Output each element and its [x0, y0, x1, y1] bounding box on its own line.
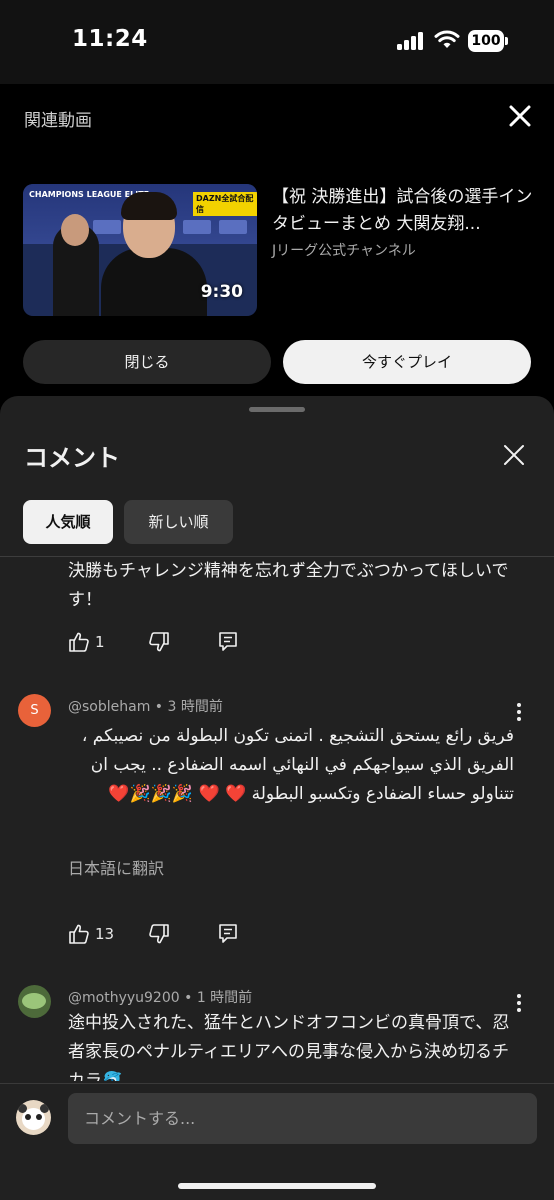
wifi-icon — [434, 30, 460, 48]
comment-time: 1 時間前 — [196, 990, 253, 1006]
reply-icon[interactable] — [218, 631, 238, 653]
comment-author[interactable]: @mothyyu9200 — [68, 990, 180, 1006]
sheet-title: コメント — [24, 444, 120, 472]
close-icon[interactable] — [502, 443, 526, 467]
comment-list[interactable]: 決勝もチャレンジ精神を忘れず全力でぶつかってほしいです！ 1 S @sobleh… — [0, 557, 554, 1081]
video-duration: 9:30 — [200, 282, 243, 302]
comment-text: 決勝もチャレンジ精神を忘れず全力でぶつかってほしいです！ — [68, 561, 509, 610]
avatar[interactable]: S — [18, 694, 51, 727]
thumbs-up-icon[interactable] — [68, 923, 90, 945]
thumb-tag: DAZN全試合配信 — [193, 192, 257, 216]
close-icon[interactable] — [506, 102, 534, 130]
reply-icon[interactable] — [218, 923, 238, 945]
more-vert-icon[interactable] — [516, 702, 522, 722]
related-videos-panel: 関連動画 CHAMPIONS LEAGUE ELITE DAZN全試合配信 9:… — [0, 84, 554, 404]
like-count: 1 — [95, 633, 105, 651]
comment-actions: 1 — [68, 631, 268, 657]
comment-composer: コメントする... — [0, 1083, 554, 1200]
status-bar: 11:24 100 — [0, 0, 554, 84]
comments-sheet: コメント 人気順 新しい順 決勝もチャレンジ精神を忘れず全力でぶつかってほしいで… — [0, 396, 554, 1200]
battery-icon: 100 — [468, 30, 508, 52]
video-channel[interactable]: Jリーグ公式チャンネル — [272, 240, 416, 260]
video-title[interactable]: 【祝 決勝進出】試合後の選手インタビューまとめ 大関友翔... — [272, 184, 534, 238]
comment-author[interactable]: @sobleham — [68, 699, 150, 715]
chip-popular[interactable]: 人気順 — [23, 500, 113, 544]
home-indicator[interactable] — [178, 1183, 376, 1189]
drag-handle[interactable] — [249, 407, 305, 412]
video-thumbnail[interactable]: CHAMPIONS LEAGUE ELITE DAZN全試合配信 9:30 — [23, 184, 257, 316]
thumbs-up-icon[interactable] — [68, 631, 90, 653]
comment-text: فريق رائع يستحق التشجيع . اتمنى تكون الب… — [81, 726, 514, 804]
comment-text: 途中投入された、猛牛とハンドオフコンビの真骨頂で、忍者家長のペナルティエリアへの… — [68, 1013, 510, 1081]
like-count: 13 — [95, 925, 115, 943]
battery-level: 100 — [468, 30, 504, 52]
related-title: 関連動画 — [24, 111, 92, 131]
status-time: 11:24 — [72, 26, 148, 52]
close-button[interactable]: 閉じる — [23, 340, 271, 384]
comment-meta: @sobleham • 3 時間前 — [68, 699, 223, 715]
translate-link[interactable]: 日本語に翻訳 — [68, 855, 164, 879]
comment-time: 3 時間前 — [167, 699, 223, 715]
chip-newest[interactable]: 新しい順 — [124, 500, 233, 544]
comment-meta: @mothyyu9200 • 1 時間前 — [68, 990, 253, 1006]
thumbs-down-icon[interactable] — [148, 923, 170, 945]
avatar[interactable] — [16, 1100, 51, 1135]
avatar[interactable] — [18, 985, 51, 1018]
comment-input[interactable]: コメントする... — [68, 1093, 537, 1144]
signal-icon — [397, 32, 425, 50]
play-now-button[interactable]: 今すぐプレイ — [283, 340, 531, 384]
comment-actions: 13 — [68, 923, 268, 949]
thumbs-down-icon[interactable] — [148, 631, 170, 653]
